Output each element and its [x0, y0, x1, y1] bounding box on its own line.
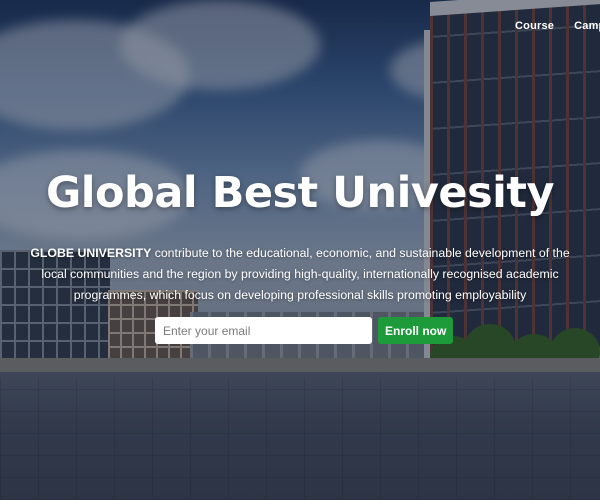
brand-name: GLOBE UNIVERSITY: [30, 246, 152, 260]
enroll-form: Enroll now: [155, 317, 454, 344]
email-input[interactable]: [155, 317, 372, 344]
top-nav: Course Campus: [515, 20, 600, 32]
nav-item-course[interactable]: Course: [515, 20, 554, 32]
enroll-now-button[interactable]: Enroll now: [378, 317, 454, 344]
nav-item-campus[interactable]: Campus: [574, 20, 600, 32]
hero-description: GLOBE UNIVERSITY contribute to the educa…: [22, 243, 578, 306]
hero-title: Global Best Univesity: [45, 168, 555, 218]
